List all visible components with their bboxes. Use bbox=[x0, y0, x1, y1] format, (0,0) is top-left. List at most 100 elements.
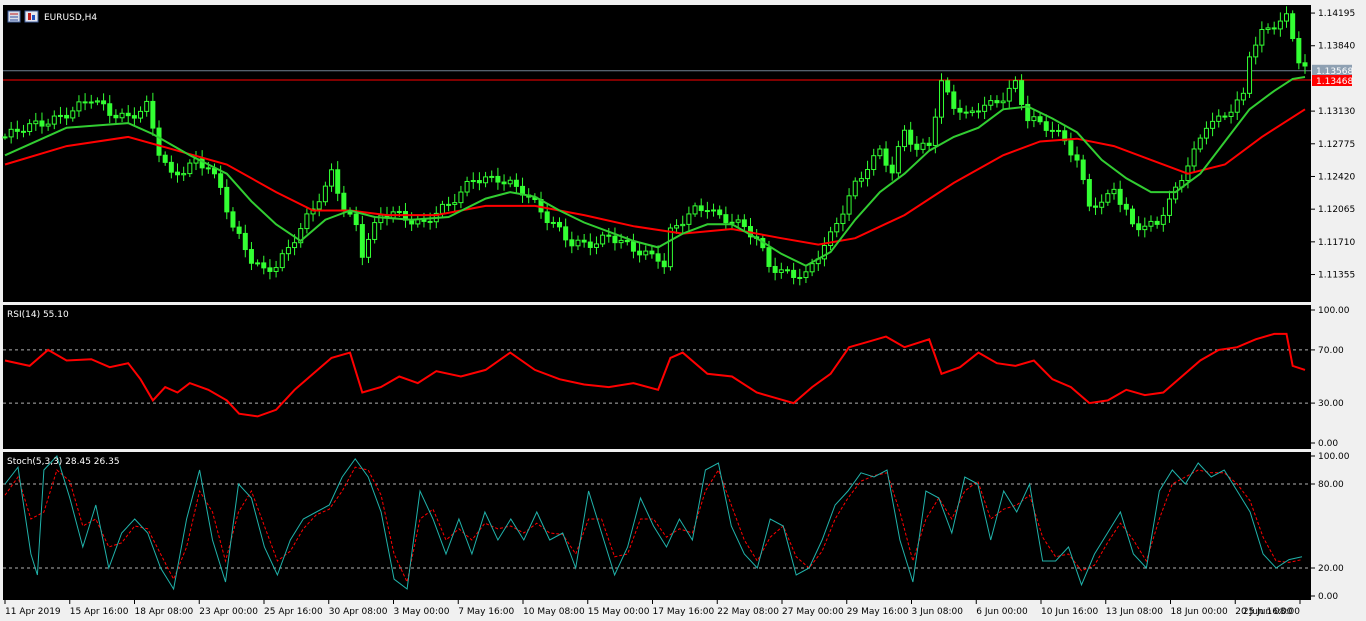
candle-body bbox=[957, 107, 963, 113]
stoch-tick-label: 20.00 bbox=[1318, 564, 1344, 574]
candle-body bbox=[138, 110, 144, 119]
candle-body bbox=[711, 209, 717, 212]
time-tick-label: 11 Apr 2019 bbox=[5, 607, 61, 617]
candle-body bbox=[1197, 137, 1203, 150]
candle-body bbox=[704, 210, 710, 213]
candle-body bbox=[550, 221, 556, 224]
candle-body bbox=[988, 100, 994, 106]
candle-body bbox=[76, 101, 82, 112]
candle-body bbox=[1093, 205, 1099, 208]
candle-body bbox=[1210, 120, 1216, 129]
window-menu-icon[interactable] bbox=[7, 10, 21, 23]
candle-body bbox=[649, 250, 655, 255]
time-tick-label: 22 May 08:00 bbox=[717, 607, 779, 617]
price-axis: 1.14195 1.13840 1.13130 1.12775 1.12420 1.120… bbox=[1311, 9, 1355, 281]
candle-body bbox=[600, 234, 606, 245]
candle-body bbox=[741, 219, 747, 228]
chart-type-icon[interactable] bbox=[24, 10, 39, 23]
candle-body bbox=[606, 234, 612, 237]
chart-window[interactable]: EURUSD,H4 RSI(14) 55.10 Stoch(5,3,3) 28.… bbox=[0, 0, 1366, 621]
candle-body bbox=[858, 178, 864, 182]
candle-body bbox=[316, 201, 322, 210]
time-tick-label: 25 Apr 16:00 bbox=[264, 607, 323, 617]
candle-body bbox=[1247, 56, 1253, 94]
candle-body bbox=[544, 211, 550, 224]
candle-body bbox=[569, 239, 575, 247]
candle-body bbox=[495, 175, 501, 183]
candle-body bbox=[643, 250, 649, 256]
candle-body bbox=[285, 247, 291, 255]
candle-body bbox=[131, 115, 137, 119]
candle-body bbox=[1012, 80, 1018, 89]
candle-body bbox=[125, 112, 131, 117]
candle-body bbox=[205, 167, 211, 170]
candle-body bbox=[938, 80, 944, 118]
candle-body bbox=[871, 155, 877, 171]
candle-body bbox=[101, 100, 107, 105]
candle-body bbox=[94, 100, 100, 103]
candle-body bbox=[951, 91, 957, 109]
price-tick-label: 1.11355 bbox=[1318, 271, 1355, 281]
rsi-panel[interactable] bbox=[3, 305, 1311, 449]
candle-body bbox=[1006, 87, 1012, 102]
stoch-tick-label: 0.00 bbox=[1318, 592, 1338, 602]
candle-body bbox=[717, 209, 723, 216]
bid-price-tag: 1.13568 bbox=[1312, 64, 1353, 77]
candle-body bbox=[692, 205, 698, 215]
time-tick-label: 3 Jun 08:00 bbox=[912, 607, 964, 617]
candle-body bbox=[372, 222, 378, 240]
candle-body bbox=[1117, 188, 1123, 205]
candle-body bbox=[1074, 154, 1080, 161]
candle-body bbox=[674, 225, 680, 229]
candle-body bbox=[359, 224, 365, 258]
candle-body bbox=[1099, 201, 1105, 208]
candle-body bbox=[1068, 140, 1074, 156]
candle-body bbox=[581, 239, 587, 243]
time-tick-label: 27 May 00:00 bbox=[782, 607, 844, 617]
stoch-axis: 100.00 80.00 20.00 0.00 bbox=[1311, 452, 1350, 602]
candle-body bbox=[27, 123, 33, 133]
chart-canvas[interactable]: EURUSD,H4 RSI(14) 55.10 Stoch(5,3,3) 28.… bbox=[0, 0, 1366, 621]
candle-body bbox=[57, 114, 63, 117]
candle-body bbox=[322, 185, 328, 203]
candle-body bbox=[267, 267, 273, 272]
candle-body bbox=[224, 186, 230, 213]
candle-body bbox=[230, 211, 236, 228]
price-tick-label: 1.14195 bbox=[1318, 9, 1355, 19]
candle-body bbox=[766, 247, 772, 267]
candle-body bbox=[624, 239, 630, 243]
candle-body bbox=[107, 103, 113, 116]
candle-body bbox=[1129, 208, 1135, 225]
candle-body bbox=[162, 154, 168, 163]
candle-body bbox=[242, 232, 248, 251]
time-tick-label: 15 Apr 16:00 bbox=[70, 607, 129, 617]
candle-body bbox=[680, 223, 686, 227]
candle-body bbox=[637, 250, 643, 256]
candle-body bbox=[963, 111, 969, 114]
candle-body bbox=[175, 171, 181, 176]
candle-body bbox=[630, 241, 636, 252]
stoch-panel[interactable] bbox=[3, 452, 1311, 600]
candle-body bbox=[797, 276, 803, 279]
candle-body bbox=[563, 226, 569, 241]
candle-body bbox=[661, 260, 667, 268]
candle-body bbox=[1265, 27, 1271, 31]
candle-body bbox=[846, 195, 852, 215]
candle-body bbox=[1160, 214, 1166, 225]
candle-body bbox=[1296, 38, 1302, 64]
candle-body bbox=[335, 169, 341, 194]
candle-body bbox=[902, 129, 908, 148]
candle-body bbox=[501, 181, 507, 185]
candle-body bbox=[64, 114, 70, 119]
candle-body bbox=[119, 112, 125, 119]
candle-body bbox=[1043, 121, 1049, 131]
candle-body bbox=[113, 114, 119, 119]
candle-body bbox=[255, 262, 261, 265]
time-tick-label: 7 May 16:00 bbox=[458, 607, 514, 617]
candle-body bbox=[1123, 203, 1129, 210]
candle-body bbox=[914, 143, 920, 150]
candle-body bbox=[181, 173, 187, 176]
candle-body bbox=[865, 169, 871, 180]
candle-body bbox=[982, 104, 988, 112]
candle-body bbox=[840, 213, 846, 225]
